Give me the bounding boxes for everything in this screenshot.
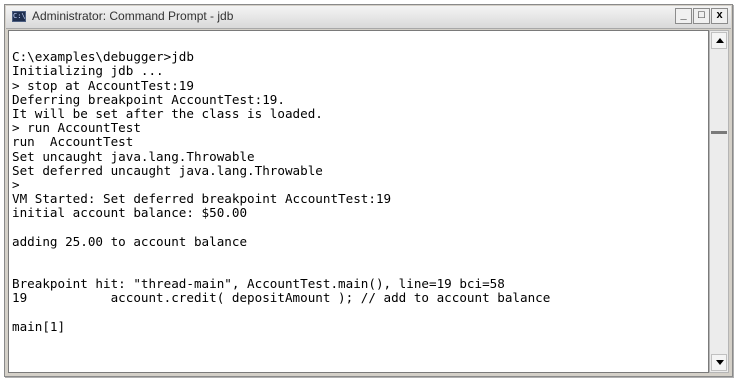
- minimize-button[interactable]: _: [675, 8, 692, 24]
- console-line: initial account balance: $50.00: [12, 205, 248, 221]
- console-line: Deferring breakpoint AccountTest:19.: [12, 91, 285, 107]
- vertical-scrollbar[interactable]: [709, 30, 729, 373]
- console-lines: C:\examples\debugger>jdb Initializing jdb…: [12, 36, 550, 334]
- console-line: >: [12, 176, 20, 192]
- console-line: Set uncaught java.lang.Throwable: [12, 148, 255, 164]
- console-line: It will be set after the class is loaded…: [12, 105, 323, 121]
- scroll-up-button[interactable]: [711, 32, 727, 49]
- console-line: C:\examples\debugger>jdb: [12, 49, 194, 65]
- console-line: > run AccountTest: [12, 120, 141, 136]
- console-line: Initializing jdb ...: [12, 63, 164, 79]
- console-output[interactable]: C:\examples\debugger>jdb Initializing jdb…: [8, 30, 709, 373]
- window-controls: _ □ x: [674, 8, 728, 24]
- console-line: > stop at AccountTest:19: [12, 77, 194, 93]
- up-arrow-icon: [716, 38, 724, 43]
- console-line: VM Started: Set deferred breakpoint Acco…: [12, 191, 392, 207]
- console-line: Breakpoint hit: "thread-main", AccountTe…: [12, 276, 505, 292]
- console-line: Set deferred uncaught java.lang.Throwabl…: [12, 162, 323, 178]
- close-button[interactable]: x: [711, 8, 728, 24]
- console-line: adding 25.00 to account balance: [12, 233, 248, 249]
- console-line: run AccountTest: [12, 134, 134, 150]
- command-prompt-window: C:\ Administrator: Command Prompt - jdb …: [4, 4, 733, 377]
- scroll-down-button[interactable]: [711, 354, 727, 371]
- title-bar[interactable]: C:\ Administrator: Command Prompt - jdb …: [6, 6, 731, 29]
- window-title: Administrator: Command Prompt - jdb: [32, 9, 234, 23]
- console-line: 19 account.credit( depositAmount ); // a…: [12, 290, 551, 306]
- console-line: main[1]: [12, 318, 66, 334]
- maximize-button[interactable]: □: [693, 8, 710, 24]
- down-arrow-icon: [716, 360, 724, 365]
- cmd-icon: C:\: [12, 11, 26, 22]
- scroll-thumb[interactable]: [711, 131, 727, 134]
